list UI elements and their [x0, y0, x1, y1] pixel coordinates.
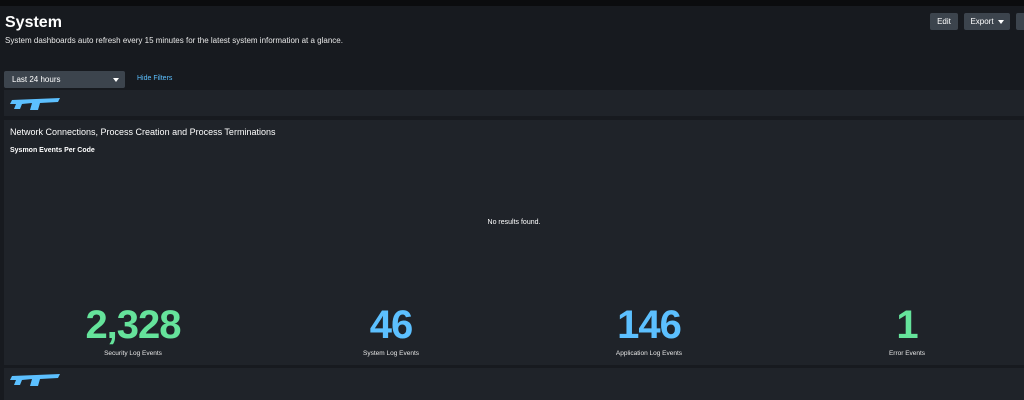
page-description: System dashboards auto refresh every 15 … — [5, 36, 343, 45]
logo-panel — [4, 368, 1024, 400]
more-actions-button[interactable] — [1016, 13, 1024, 30]
sysmon-panel: Network Connections, Process Creation an… — [4, 120, 1024, 365]
security-log-events-stat[interactable]: 2,328 Security Log Events — [33, 303, 233, 357]
logo-panel — [4, 90, 1024, 116]
system-log-events-stat[interactable]: 46 System Log Events — [291, 303, 491, 357]
stat-value: 146 — [617, 303, 682, 347]
stat-label: Error Events — [888, 350, 926, 357]
brand-logo-icon — [10, 374, 60, 386]
no-results-message: No results found. — [487, 219, 541, 226]
export-button[interactable]: Export — [964, 13, 1010, 30]
stat-value: 46 — [369, 303, 414, 347]
caret-down-icon — [997, 19, 1004, 24]
stat-label: System Log Events — [363, 350, 419, 357]
stat-value: 1 — [896, 303, 918, 347]
caret-down-icon — [113, 78, 119, 82]
time-range-picker[interactable]: Last 24 hours — [4, 71, 125, 88]
edit-button-label: Edit — [937, 17, 951, 26]
stat-label: Application Log Events — [615, 350, 683, 357]
export-button-label: Export — [970, 17, 994, 26]
time-range-value: Last 24 hours — [12, 75, 61, 84]
edit-button[interactable]: Edit — [930, 13, 958, 30]
panel-title: Network Connections, Process Creation an… — [10, 127, 276, 137]
chart-title: Sysmon Events Per Code — [10, 147, 95, 154]
error-events-stat[interactable]: 1 Error Events — [807, 303, 1007, 357]
stat-value: 2,328 — [85, 303, 181, 347]
page-title: System — [5, 14, 62, 31]
dashboard-header: System System dashboards auto refresh ev… — [0, 6, 1024, 90]
brand-logo-icon — [10, 98, 60, 110]
hide-filters-link[interactable]: Hide Filters — [137, 75, 172, 82]
application-log-events-stat[interactable]: 146 Application Log Events — [549, 303, 749, 357]
stat-label: Security Log Events — [104, 350, 162, 357]
